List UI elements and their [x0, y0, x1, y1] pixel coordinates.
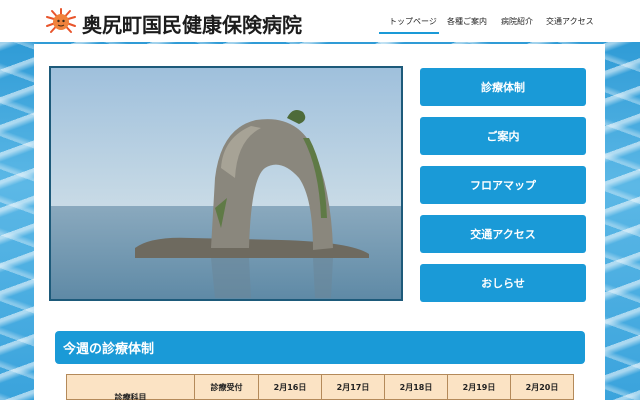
menu-button-medical-system[interactable]: 診療体制: [420, 68, 586, 106]
nav-guide[interactable]: 各種ご案内: [447, 16, 487, 27]
hero-photo: [49, 66, 403, 301]
nav-active-indicator: [379, 32, 439, 34]
menu-button-floor-map[interactable]: フロアマップ: [420, 166, 586, 204]
table-header-date: 2月16日: [258, 375, 321, 400]
weekly-schedule-heading: 今週の診療体制: [55, 331, 585, 364]
menu-button-access[interactable]: 交通アクセス: [420, 215, 586, 253]
nav-hospital-intro[interactable]: 病院紹介: [501, 16, 533, 27]
nav-top-page[interactable]: トップページ: [389, 16, 437, 27]
weekly-schedule-table: 診療科目 診療受付 2月16日 2月17日 2月18日 2月19日 2月20日: [66, 374, 574, 400]
sea-urchin-logo-icon[interactable]: [44, 7, 78, 35]
menu-button-guide[interactable]: ご案内: [420, 117, 586, 155]
menu-button-news[interactable]: おしらせ: [420, 264, 586, 302]
table-header-reception: 診療受付: [194, 375, 258, 400]
table-header-date: 2月20日: [510, 375, 573, 400]
site-title[interactable]: 奥尻町国民健康保険病院: [82, 9, 302, 38]
table-header-date: 2月18日: [384, 375, 447, 400]
rock-arch-photo: [51, 68, 401, 299]
table-header-date: 2月17日: [321, 375, 384, 400]
nav-access[interactable]: 交通アクセス: [546, 16, 594, 27]
table-header-department: 診療科目: [114, 393, 147, 400]
table-header-date: 2月19日: [447, 375, 510, 400]
site-header: 奥尻町国民健康保険病院 トップページ 各種ご案内 病院紹介 交通アクセス: [0, 0, 640, 42]
